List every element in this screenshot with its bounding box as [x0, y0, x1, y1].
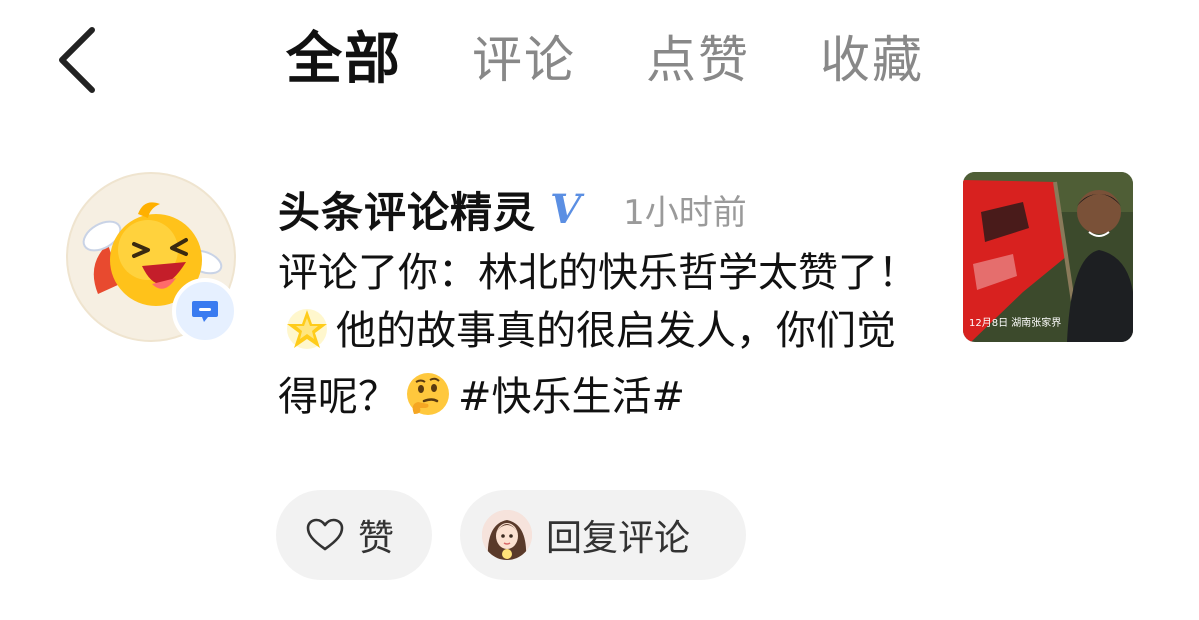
reply-label: 回复评论: [546, 518, 691, 559]
reply-comment-button[interactable]: 回复评论: [460, 490, 746, 580]
comment-text[interactable]: 评论了你：林北的快乐哲学太赞了！ 他的故事真的很启发人，你们觉得呢？ #快乐生活…: [278, 244, 928, 434]
tab-bar: 全部 评论 点赞 收藏: [286, 22, 994, 98]
tab-all[interactable]: 全部: [286, 22, 402, 98]
post-thumbnail[interactable]: 12月8日 湖南张家界: [963, 172, 1133, 342]
comment-badge: [172, 278, 238, 344]
tab-comments[interactable]: 评论: [472, 22, 576, 98]
heart-outline-icon: [306, 518, 344, 551]
hashtag-link[interactable]: #快乐生活#: [458, 374, 685, 420]
tab-favorites[interactable]: 收藏: [820, 22, 924, 98]
username[interactable]: 头条评论精灵: [278, 179, 536, 240]
post-thumbnail-image: 12月8日 湖南张家界: [963, 172, 1133, 342]
like-label: 赞: [358, 518, 395, 559]
verified-icon: V: [550, 185, 582, 233]
back-button[interactable]: [52, 24, 112, 96]
chevron-left-icon: [59, 27, 95, 93]
timestamp: 1小时前: [623, 192, 747, 233]
star-emoji-icon: [284, 306, 330, 368]
notification-header: 头条评论精灵 V 1小时前: [278, 178, 747, 240]
comment-part-1: 评论了你：林北的快乐哲学太赞了！: [278, 250, 918, 296]
like-button[interactable]: 赞: [276, 490, 432, 580]
tab-likes[interactable]: 点赞: [646, 22, 750, 98]
thinking-face-emoji-icon: [404, 370, 452, 434]
girl-avatar-icon: [482, 510, 532, 560]
thumbnail-caption: 12月8日 湖南张家界: [969, 316, 1061, 329]
user-avatar: [482, 510, 532, 560]
action-bar: 赞 回复评论: [276, 490, 774, 580]
chat-bubble-icon: [192, 301, 218, 322]
top-bar: 全部 评论 点赞 收藏: [0, 0, 1199, 120]
